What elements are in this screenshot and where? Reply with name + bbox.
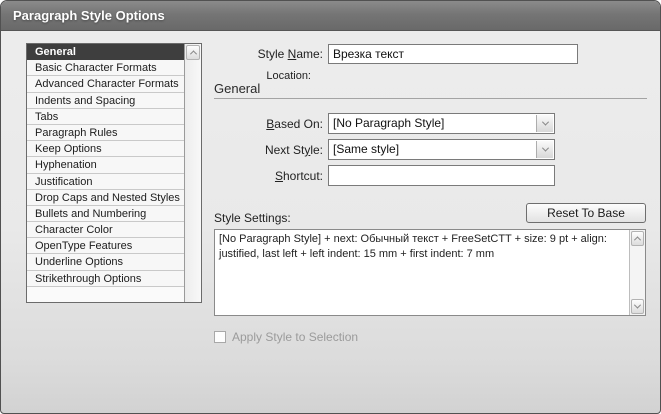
list-item-advanced-character-formats[interactable]: Advanced Character Formats (27, 76, 184, 92)
next-style-dropdown[interactable]: [Same style] (328, 139, 555, 160)
based-on-dropdown-button[interactable] (536, 115, 553, 132)
style-settings-text: [No Paragraph Style] + next: Обычный тек… (215, 230, 628, 315)
settings-scrollbar[interactable] (629, 230, 645, 315)
style-name-input[interactable] (328, 44, 578, 64)
category-list: General Basic Character Formats Advanced… (26, 43, 202, 303)
based-on-dropdown[interactable]: [No Paragraph Style] (328, 113, 555, 134)
list-item-character-color[interactable]: Character Color (27, 222, 184, 238)
list-item-drop-caps-and-nested-styles[interactable]: Drop Caps and Nested Styles (27, 190, 184, 206)
settings-scroll-up-button[interactable] (631, 231, 644, 246)
apply-style-checkbox-label: Apply Style to Selection (232, 330, 358, 344)
list-item-bullets-and-numbering[interactable]: Bullets and Numbering (27, 206, 184, 222)
list-item-keep-options[interactable]: Keep Options (27, 141, 184, 157)
scroll-up-button[interactable] (186, 45, 200, 60)
list-item-underline-options[interactable]: Underline Options (27, 254, 184, 270)
reset-to-base-button[interactable]: Reset To Base (526, 203, 646, 223)
style-name-label: Style Name: (211, 47, 323, 61)
list-item-paragraph-rules[interactable]: Paragraph Rules (27, 125, 184, 141)
list-item-basic-character-formats[interactable]: Basic Character Formats (27, 60, 184, 76)
list-item-general[interactable]: General (27, 44, 184, 60)
list-item-opentype-features[interactable]: OpenType Features (27, 238, 184, 254)
list-item-indents-and-spacing[interactable]: Indents and Spacing (27, 93, 184, 109)
list-item-justification[interactable]: Justification (27, 174, 184, 190)
chevron-up-icon (189, 50, 196, 57)
shortcut-label: Shortcut: (211, 169, 323, 183)
style-settings-box: [No Paragraph Style] + next: Обычный тек… (214, 229, 646, 316)
based-on-label: Based On: (211, 117, 323, 131)
next-style-label: Next Style: (211, 143, 323, 157)
window-title: Paragraph Style Options (13, 8, 165, 23)
list-item-tabs[interactable]: Tabs (27, 109, 184, 125)
title-bar[interactable]: Paragraph Style Options (1, 1, 660, 31)
apply-style-checkbox[interactable] (214, 331, 226, 343)
chevron-down-icon (541, 119, 548, 126)
dialog-body: General Basic Character Formats Advanced… (1, 31, 660, 413)
settings-scroll-down-button[interactable] (631, 299, 644, 314)
category-list-items: General Basic Character Formats Advanced… (27, 44, 184, 302)
chevron-down-icon (541, 145, 548, 152)
style-settings-label: Style Settings: (214, 211, 291, 225)
list-item-hyphenation[interactable]: Hyphenation (27, 157, 184, 173)
next-style-dropdown-button[interactable] (536, 141, 553, 158)
list-item-strikethrough-options[interactable]: Strikethrough Options (27, 271, 184, 287)
chevron-up-icon (634, 236, 641, 243)
paragraph-style-options-dialog: Paragraph Style Options General Basic Ch… (0, 0, 661, 414)
list-scrollbar[interactable] (184, 44, 201, 302)
section-divider (214, 98, 647, 99)
section-title: General (214, 81, 260, 96)
next-style-value: [Same style] (333, 142, 534, 156)
shortcut-input[interactable] (328, 165, 555, 186)
based-on-value: [No Paragraph Style] (333, 116, 534, 130)
chevron-down-icon (634, 302, 641, 309)
